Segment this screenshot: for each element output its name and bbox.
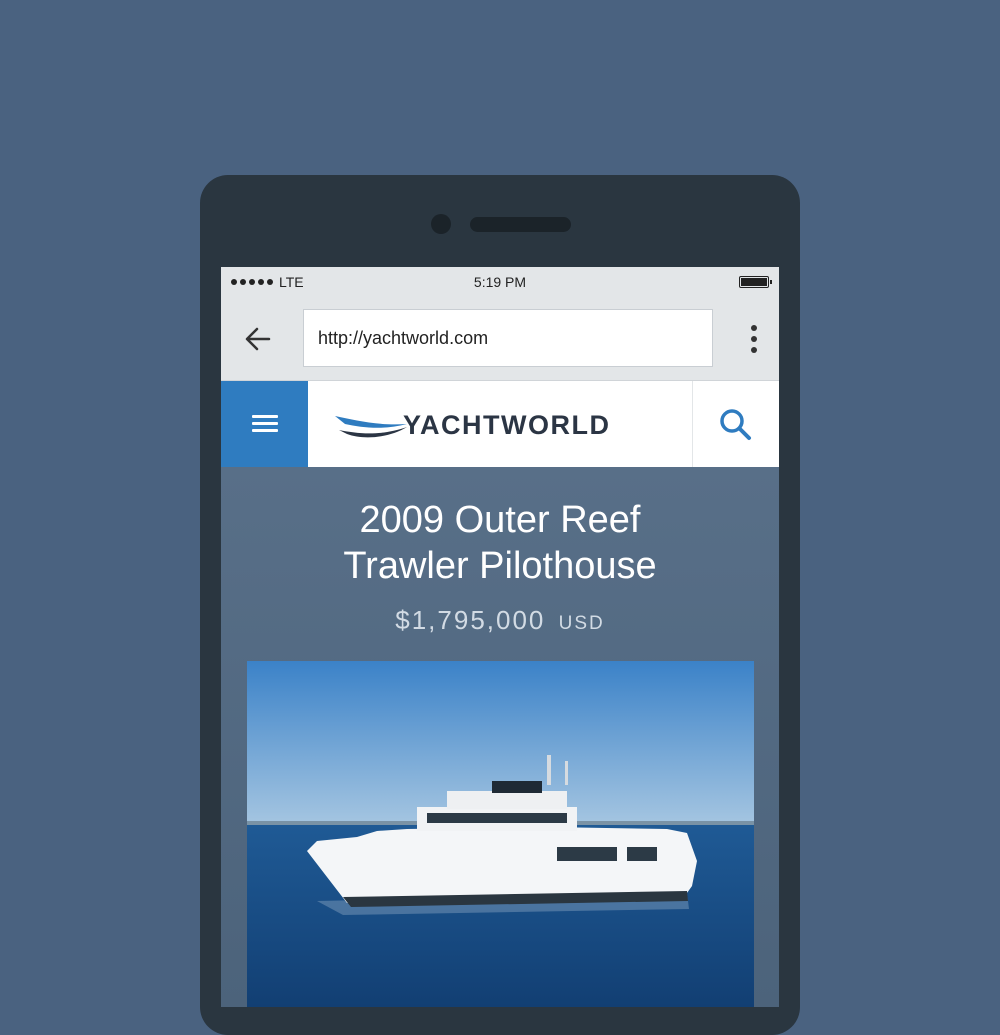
search-button[interactable]	[692, 381, 779, 467]
listing-title-line1: 2009 Outer Reef	[359, 499, 641, 541]
hamburger-menu-button[interactable]	[221, 381, 308, 467]
camera-icon	[431, 214, 451, 234]
listing-price: $1,795,000	[395, 605, 546, 635]
logo-wave-icon	[335, 416, 407, 438]
speaker-grille	[470, 217, 571, 232]
phone-frame: LTE 5:19 PM http://yachtworld.com YACHTW…	[200, 175, 800, 1035]
browser-menu-button[interactable]	[749, 323, 759, 355]
browser-toolbar	[221, 297, 779, 381]
yacht-photo[interactable]	[247, 661, 754, 1007]
listing-currency: USD	[558, 613, 605, 634]
site-header: YACHTWORLD	[221, 381, 779, 467]
status-bar: LTE 5:19 PM	[221, 267, 779, 297]
phone-screen: LTE 5:19 PM http://yachtworld.com YACHTW…	[221, 267, 779, 1007]
battery-icon	[739, 276, 772, 288]
more-vert-icon	[751, 325, 757, 353]
yachtworld-logo[interactable]: YACHTWORLD	[333, 407, 611, 443]
back-button[interactable]	[243, 324, 283, 354]
search-icon	[720, 409, 751, 440]
listing-price-block: $1,795,000 USD	[221, 605, 779, 636]
back-arrow-icon	[245, 327, 271, 351]
listing-hero: 2009 Outer Reef Trawler Pilothouse $1,79…	[221, 467, 779, 1007]
listing-title: 2009 Outer Reef Trawler Pilothouse	[221, 497, 779, 589]
logo-text: YACHTWORLD	[403, 409, 611, 440]
url-input[interactable]	[303, 309, 713, 367]
status-time: 5:19 PM	[473, 274, 527, 290]
listing-title-line2: Trawler Pilothouse	[343, 545, 657, 587]
